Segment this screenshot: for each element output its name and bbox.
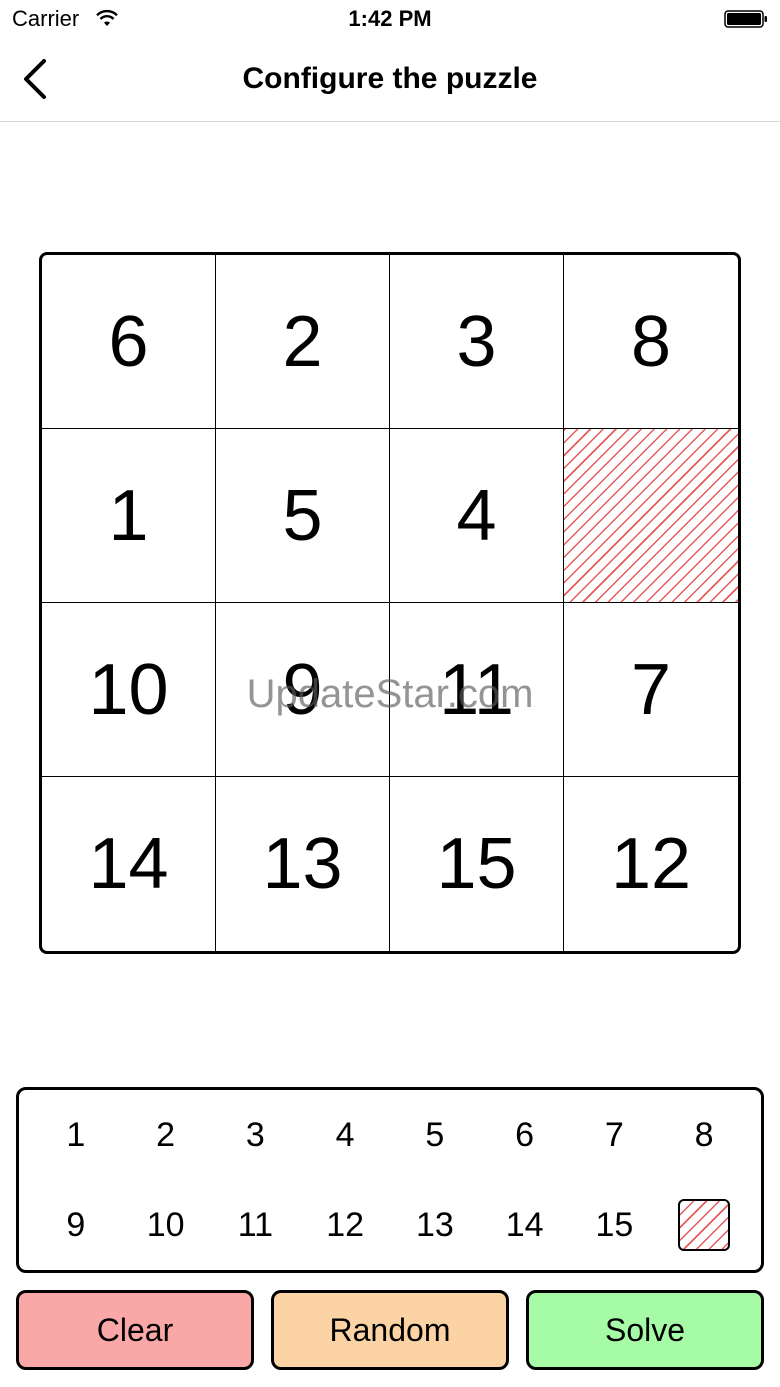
status-bar: Carrier 1:42 PM xyxy=(0,0,780,40)
palette-item[interactable]: 2 xyxy=(121,1090,211,1180)
puzzle-tile[interactable]: 12 xyxy=(564,777,738,951)
battery-icon xyxy=(724,10,767,28)
puzzle-tile[interactable]: 14 xyxy=(42,777,216,951)
palette-item[interactable]: 6 xyxy=(480,1090,570,1180)
puzzle-tile[interactable]: 8 xyxy=(564,255,738,429)
puzzle-tile[interactable]: 10 xyxy=(42,603,216,777)
palette-item[interactable]: 15 xyxy=(570,1180,660,1270)
palette-item[interactable]: 13 xyxy=(390,1180,480,1270)
blank-tile[interactable] xyxy=(564,429,738,603)
palette-item[interactable]: 14 xyxy=(480,1180,570,1270)
page-title: Configure the puzzle xyxy=(242,62,538,95)
palette-item[interactable]: 8 xyxy=(659,1090,749,1180)
palette-item-blank[interactable] xyxy=(659,1180,749,1270)
random-button[interactable]: Random xyxy=(271,1290,509,1370)
puzzle-tile[interactable]: 11 xyxy=(390,603,564,777)
palette-item[interactable]: 1 xyxy=(31,1090,121,1180)
palette-item[interactable]: 12 xyxy=(300,1180,390,1270)
puzzle-tile[interactable]: 5 xyxy=(216,429,390,603)
puzzle-tile[interactable]: 4 xyxy=(390,429,564,603)
palette-item[interactable]: 7 xyxy=(570,1090,660,1180)
palette-item[interactable]: 10 xyxy=(121,1180,211,1270)
clear-button[interactable]: Clear xyxy=(16,1290,254,1370)
palette-item[interactable]: 9 xyxy=(31,1180,121,1270)
palette-item[interactable]: 5 xyxy=(390,1090,480,1180)
puzzle-tile[interactable]: 1 xyxy=(42,429,216,603)
navigation-bar: Configure the puzzle xyxy=(0,40,780,122)
puzzle-board: 6 2 3 8 1 5 4 10 9 11 7 14 13 15 12 xyxy=(39,252,741,954)
puzzle-tile[interactable]: 3 xyxy=(390,255,564,429)
puzzle-tile[interactable]: 6 xyxy=(42,255,216,429)
puzzle-tile[interactable]: 13 xyxy=(216,777,390,951)
palette-item[interactable]: 11 xyxy=(211,1180,301,1270)
tile-palette: 1 2 3 4 5 6 7 8 9 10 11 12 13 14 15 xyxy=(16,1087,764,1273)
puzzle-tile[interactable]: 2 xyxy=(216,255,390,429)
blank-swatch xyxy=(678,1199,731,1251)
palette-item[interactable]: 4 xyxy=(300,1090,390,1180)
puzzle-tile[interactable]: 7 xyxy=(564,603,738,777)
solve-button[interactable]: Solve xyxy=(526,1290,764,1370)
puzzle-tile[interactable]: 9 xyxy=(216,603,390,777)
clock: 1:42 PM xyxy=(348,6,432,31)
puzzle-tile[interactable]: 15 xyxy=(390,777,564,951)
palette-item[interactable]: 3 xyxy=(211,1090,301,1180)
